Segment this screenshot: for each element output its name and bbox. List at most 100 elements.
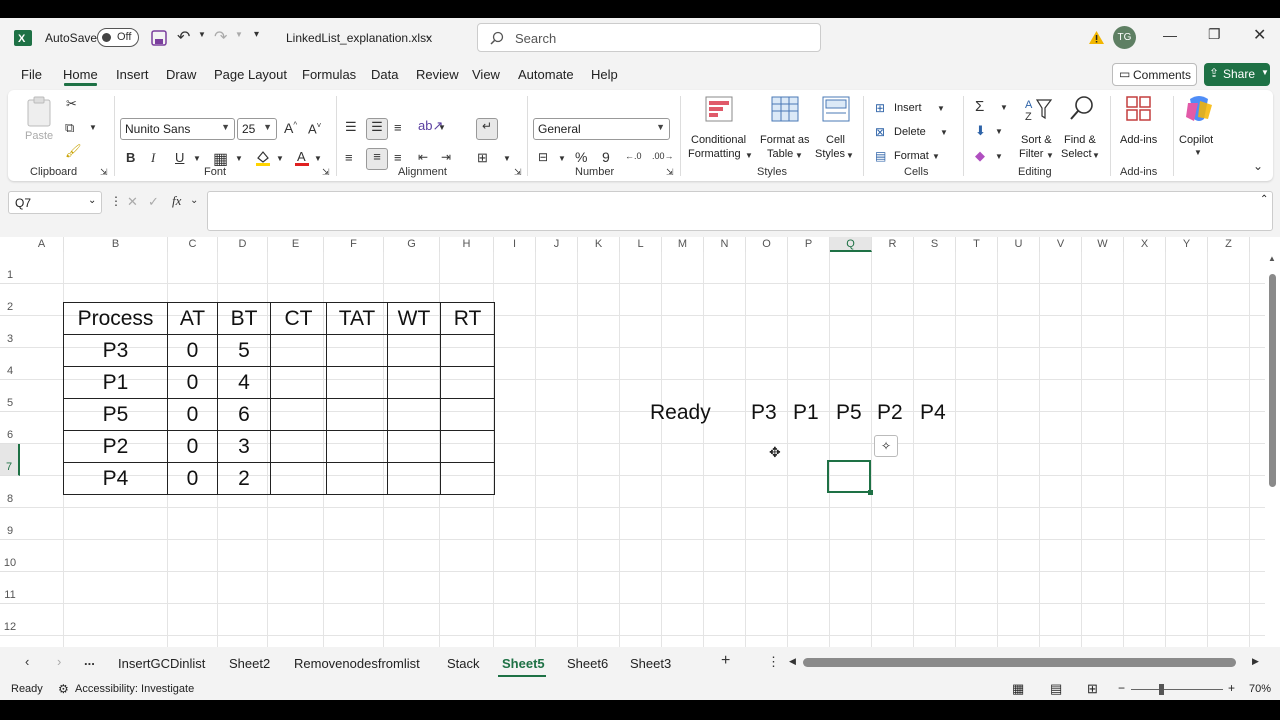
conditional-dropdown-icon[interactable]: ▼	[745, 151, 753, 160]
column-header[interactable]: A	[20, 237, 64, 252]
table-cell[interactable]: 0	[167, 366, 218, 399]
align-right-icon[interactable]: ≡	[394, 150, 402, 165]
table-cell[interactable]	[270, 334, 327, 367]
underline-button[interactable]: U	[175, 150, 184, 165]
sort-filter-dropdown-icon[interactable]: ▼	[1046, 151, 1054, 160]
queue-item[interactable]: P3	[751, 401, 777, 425]
close-icon[interactable]: ✕	[1253, 25, 1266, 45]
tab-formulas[interactable]: Formulas	[302, 67, 356, 82]
sheet-tab[interactable]: Sheet2	[229, 656, 270, 671]
row-header[interactable]: 5	[0, 380, 20, 412]
file-name[interactable]: LinkedList_explanation.xlsx	[286, 31, 432, 45]
sheet-tab[interactable]: Stack	[447, 656, 480, 671]
customize-toolbar-icon[interactable]: ▾	[254, 29, 259, 40]
sheet-tab-active[interactable]: Sheet5	[502, 656, 545, 671]
autosum-dropdown-icon[interactable]: ▼	[1000, 103, 1008, 112]
column-header[interactable]: M	[662, 237, 704, 252]
table-cell[interactable]: 0	[167, 398, 218, 431]
table-cell[interactable]	[326, 334, 388, 367]
copilot-dropdown-icon[interactable]: ▼	[1194, 148, 1202, 157]
find-select-label[interactable]: Find &	[1064, 134, 1096, 146]
fill-color-dropdown-icon[interactable]: ▼	[276, 154, 284, 163]
align-left-icon[interactable]: ≡	[345, 150, 353, 165]
table-cell[interactable]	[326, 366, 388, 399]
column-header[interactable]: N	[704, 237, 746, 252]
bottom-align-icon[interactable]: ≡	[394, 120, 402, 135]
column-header[interactable]: K	[578, 237, 620, 252]
format-as-table-label[interactable]: Format as	[760, 134, 810, 146]
ready-queue-label[interactable]: Ready	[650, 401, 711, 425]
row-header[interactable]: 2	[0, 284, 20, 316]
prev-sheet-icon[interactable]: ‹	[25, 654, 29, 669]
delete-cells-dropdown-icon[interactable]: ▼	[940, 128, 948, 137]
row-header[interactable]: 6	[0, 412, 20, 444]
clipboard-launcher-icon[interactable]: ⇲	[100, 167, 108, 178]
add-ins-icon[interactable]	[1125, 95, 1153, 123]
comma-style-icon[interactable]: 9	[602, 149, 610, 165]
column-header[interactable]: I	[494, 237, 536, 252]
row-header[interactable]: 11	[0, 572, 20, 604]
cancel-entry-icon[interactable]: ✕	[127, 194, 138, 210]
row-header[interactable]: 3	[0, 316, 20, 348]
selected-cell[interactable]	[827, 460, 871, 493]
table-cell[interactable]	[326, 462, 388, 495]
paste-label[interactable]: Paste	[25, 130, 53, 142]
tab-help[interactable]: Help	[591, 67, 618, 82]
column-header[interactable]: E	[268, 237, 324, 252]
number-format-select[interactable]: General ▼	[533, 118, 670, 140]
insert-function-icon[interactable]: fx	[172, 193, 181, 209]
table-cell[interactable]	[387, 430, 441, 463]
orientation-dropdown-icon[interactable]: ▼	[438, 123, 446, 132]
fill-handle[interactable]	[868, 490, 873, 495]
sort-filter-icon[interactable]: A Z	[1025, 96, 1053, 122]
row-header[interactable]: 1	[0, 252, 20, 284]
table-cell[interactable]	[270, 398, 327, 431]
row-header[interactable]: 7	[0, 444, 20, 476]
sheet-tab[interactable]: Removenodesfromlist	[294, 656, 420, 671]
sheet-tab[interactable]: Sheet3	[630, 656, 671, 671]
increase-font-icon[interactable]: A^	[284, 120, 297, 136]
fill-dropdown-icon[interactable]: ▼	[995, 127, 1003, 136]
table-cell[interactable]: 3	[217, 430, 271, 463]
column-header[interactable]: S	[914, 237, 956, 252]
copilot-icon[interactable]	[1184, 95, 1214, 123]
find-select-label-2[interactable]: Select	[1061, 148, 1092, 160]
italic-button[interactable]: I	[151, 150, 155, 166]
column-header[interactable]: Q	[830, 237, 872, 252]
tabs-options-icon[interactable]: ⋮	[767, 654, 780, 670]
autosave-toggle[interactable]: Off	[97, 28, 139, 47]
percent-icon[interactable]: %	[575, 149, 587, 165]
column-header[interactable]: V	[1040, 237, 1082, 252]
number-launcher-icon[interactable]: ⇲	[666, 167, 674, 178]
table-cell[interactable]	[387, 366, 441, 399]
format-cells-dropdown-icon[interactable]: ▼	[932, 152, 940, 161]
wrap-text-icon[interactable]: ↵	[476, 118, 498, 140]
autosum-icon[interactable]: Σ	[975, 98, 984, 115]
tab-file[interactable]: File	[21, 67, 42, 82]
filename-chevron-icon[interactable]: ⌄	[424, 29, 433, 42]
cell-styles-dropdown-icon[interactable]: ▼	[846, 151, 854, 160]
tab-automate[interactable]: Automate	[518, 67, 574, 82]
clear-dropdown-icon[interactable]: ▼	[995, 152, 1003, 161]
table-cell[interactable]: 6	[217, 398, 271, 431]
tab-home[interactable]: Home	[63, 67, 98, 82]
table-cell[interactable]: P1	[63, 366, 168, 399]
sheet-tab[interactable]: Sheet6	[567, 656, 608, 671]
page-layout-view-icon[interactable]: ▤	[1050, 681, 1062, 697]
format-as-table-label-2[interactable]: Table	[767, 148, 793, 160]
comments-button[interactable]: ▭ Comments	[1112, 63, 1197, 86]
increase-decimal-icon[interactable]: ←.0	[625, 151, 642, 161]
queue-item[interactable]: P4	[920, 401, 946, 425]
avatar[interactable]: TG	[1113, 26, 1136, 49]
header-cell[interactable]: Process	[63, 302, 168, 335]
copy-icon[interactable]: ⧉	[65, 120, 74, 136]
table-cell[interactable]	[326, 398, 388, 431]
table-cell[interactable]	[270, 462, 327, 495]
format-as-table-dropdown-icon[interactable]: ▼	[795, 151, 803, 160]
quick-analysis-icon[interactable]: ✧	[874, 435, 898, 457]
restore-icon[interactable]: ❐	[1208, 26, 1221, 43]
table-cell[interactable]: P4	[63, 462, 168, 495]
select-all-corner[interactable]	[0, 237, 20, 252]
conditional-formatting-icon[interactable]	[705, 96, 733, 122]
table-cell[interactable]: 5	[217, 334, 271, 367]
